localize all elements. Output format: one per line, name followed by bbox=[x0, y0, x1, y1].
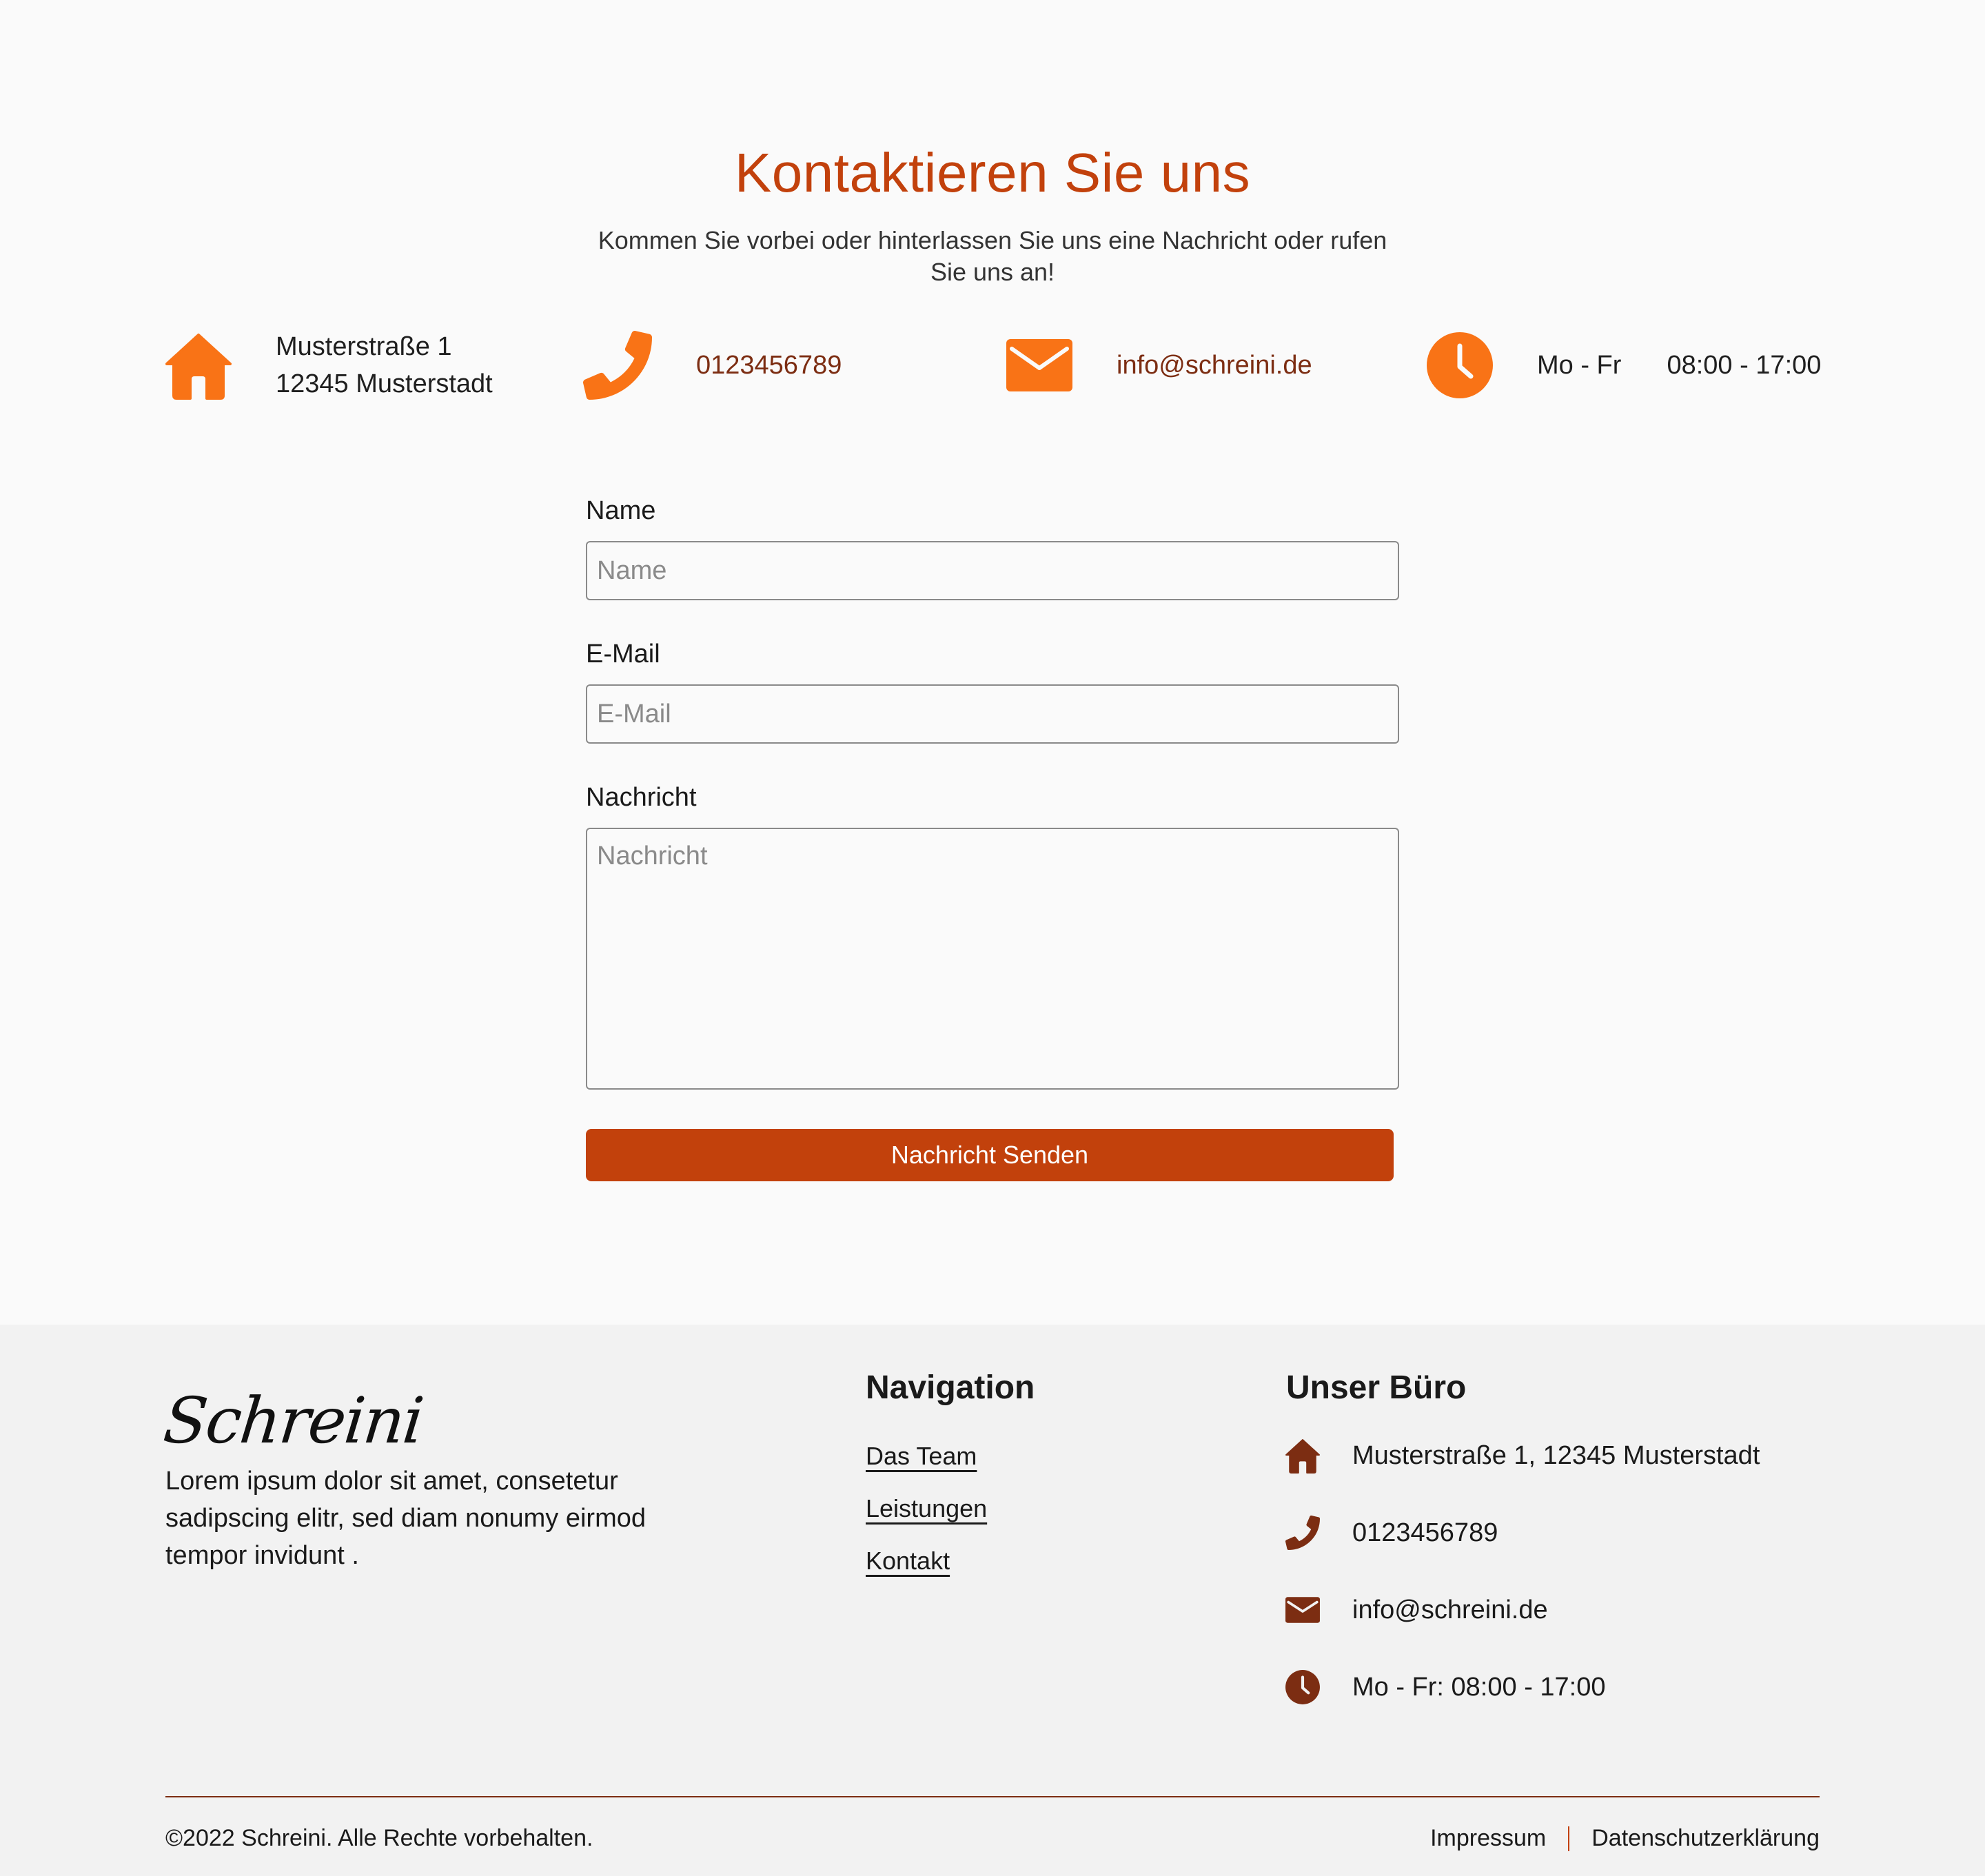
clock-icon bbox=[1283, 1668, 1322, 1706]
nav-link-das-team[interactable]: Das Team bbox=[866, 1442, 977, 1470]
office-phone: 0123456789 bbox=[1283, 1513, 1760, 1591]
address-text: Musterstraße 1 12345 Musterstadt bbox=[276, 328, 493, 402]
name-label: Name bbox=[586, 496, 656, 525]
office-hours: Mo - Fr: 08:00 - 17:00 bbox=[1283, 1668, 1760, 1745]
address-line-1: Musterstraße 1 bbox=[276, 332, 452, 361]
home-icon bbox=[1283, 1436, 1322, 1475]
contact-section: Kontaktieren Sie uns Kommen Sie vorbei o… bbox=[0, 0, 1985, 1325]
footer-logo: Schreini bbox=[160, 1384, 426, 1458]
office-phone-text[interactable]: 0123456789 bbox=[1352, 1513, 1498, 1552]
name-input[interactable] bbox=[586, 541, 1399, 600]
navigation-heading: Navigation bbox=[866, 1369, 1035, 1406]
copyright: ©2022 Schreini. Alle Rechte vorbehalten. bbox=[165, 1825, 593, 1851]
phone-icon bbox=[583, 331, 652, 400]
envelope-icon bbox=[1283, 1591, 1322, 1629]
office-address: Musterstraße 1, 12345 Musterstadt bbox=[1283, 1436, 1760, 1513]
office-email: info@schreini.de bbox=[1283, 1591, 1760, 1668]
footer-nav-item: Das Team bbox=[866, 1442, 987, 1494]
message-label: Nachricht bbox=[586, 783, 697, 812]
email-input[interactable] bbox=[586, 684, 1399, 744]
email-field-group: E-Mail bbox=[586, 636, 1399, 744]
impressum-link[interactable]: Impressum bbox=[1430, 1825, 1546, 1852]
footer-nav-item: Kontakt bbox=[866, 1547, 987, 1599]
datenschutz-link[interactable]: Datenschutzerklärung bbox=[1591, 1825, 1820, 1852]
contact-form: Name E-Mail Nachricht bbox=[586, 493, 1399, 1090]
page-title: Kontaktieren Sie uns bbox=[734, 142, 1251, 203]
office-address-text: Musterstraße 1, 12345 Musterstadt bbox=[1352, 1441, 1760, 1470]
page-subtitle: Kommen Sie vorbei oder hinterlassen Sie … bbox=[598, 226, 1387, 286]
office-heading: Unser Büro bbox=[1286, 1369, 1467, 1406]
legal-separator bbox=[1568, 1826, 1570, 1851]
footer: Schreini Lorem ipsum dolor sit amet, con… bbox=[0, 1325, 1985, 1876]
office-hours-text: Mo - Fr: 08:00 - 17:00 bbox=[1352, 1673, 1606, 1702]
legal-links: Impressum Datenschutzerklärung bbox=[1430, 1825, 1820, 1852]
hours-time: 08:00 - 17:00 bbox=[1667, 351, 1822, 380]
hours-text: Mo - Fr 08:00 - 17:00 bbox=[1537, 347, 1821, 384]
hours-days: Mo - Fr bbox=[1537, 351, 1622, 380]
submit-button[interactable]: Nachricht Senden bbox=[586, 1129, 1394, 1181]
home-icon bbox=[164, 331, 233, 400]
contact-hours: Mo - Fr 08:00 - 17:00 bbox=[1425, 324, 1821, 407]
message-field-group: Nachricht bbox=[586, 779, 1399, 1090]
contact-phone: 0123456789 bbox=[583, 324, 842, 407]
footer-divider bbox=[165, 1796, 1820, 1797]
nav-link-kontakt[interactable]: Kontakt bbox=[866, 1547, 950, 1575]
message-textarea[interactable] bbox=[586, 828, 1399, 1090]
nav-link-leistungen[interactable]: Leistungen bbox=[866, 1494, 987, 1522]
address-line-2: 12345 Musterstadt bbox=[276, 369, 493, 398]
name-field-group: Name bbox=[586, 493, 1399, 600]
footer-description: Lorem ipsum dolor sit amet, consetetur s… bbox=[165, 1467, 647, 1570]
office-list: Musterstraße 1, 12345 Musterstadt 012345… bbox=[1283, 1436, 1760, 1745]
phone-icon bbox=[1283, 1513, 1322, 1552]
email-label: E-Mail bbox=[586, 640, 660, 669]
contact-email: info@schreini.de bbox=[1005, 324, 1312, 407]
footer-nav: Das Team Leistungen Kontakt bbox=[866, 1442, 987, 1599]
contact-address: Musterstraße 1 12345 Musterstadt bbox=[164, 324, 493, 407]
email-link[interactable]: info@schreini.de bbox=[1117, 347, 1312, 384]
envelope-icon bbox=[1005, 331, 1074, 400]
clock-icon bbox=[1425, 331, 1494, 400]
phone-link[interactable]: 0123456789 bbox=[696, 347, 842, 384]
footer-nav-item: Leistungen bbox=[866, 1494, 987, 1547]
office-email-text[interactable]: info@schreini.de bbox=[1352, 1591, 1548, 1629]
